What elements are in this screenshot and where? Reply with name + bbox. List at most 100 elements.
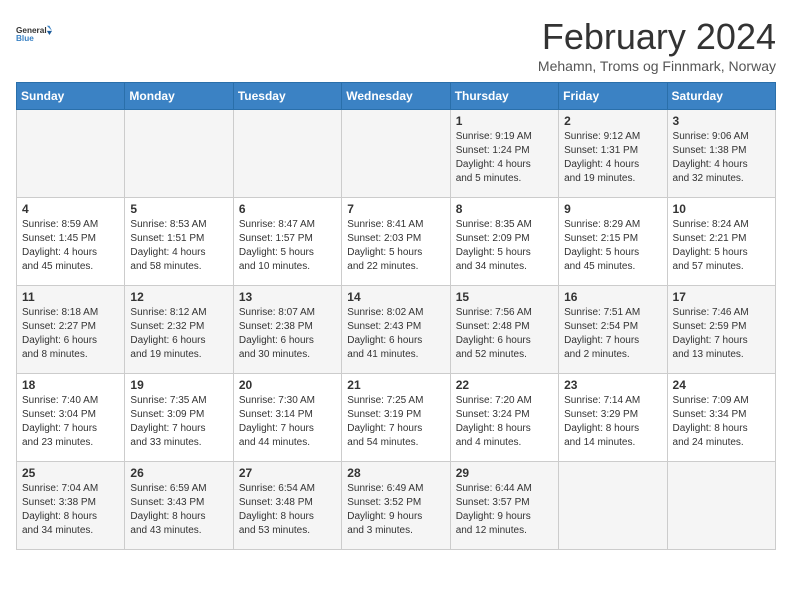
day-number: 28: [347, 466, 444, 480]
calendar-cell: 22 Sunrise: 7:20 AM Sunset: 3:24 PM Dayli…: [450, 374, 558, 462]
day-info: Sunrise: 8:35 AM Sunset: 2:09 PM Dayligh…: [456, 218, 553, 274]
title-area: February 2024 Mehamn, Troms og Finnmark,…: [538, 16, 776, 74]
day-number: 16: [564, 290, 661, 304]
location-subtitle: Mehamn, Troms og Finnmark, Norway: [538, 58, 776, 74]
month-title: February 2024: [538, 16, 776, 58]
day-number: 14: [347, 290, 444, 304]
calendar-cell: 13 Sunrise: 8:07 AM Sunset: 2:38 PM Dayli…: [233, 286, 341, 374]
day-info: Sunrise: 7:09 AM Sunset: 3:34 PM Dayligh…: [673, 394, 770, 450]
calendar-cell: 10Sunrise: 8:24 AM Sunset: 2:21 PM Dayli…: [667, 198, 775, 286]
calendar-cell: 18Sunrise: 7:40 AM Sunset: 3:04 PM Dayli…: [17, 374, 125, 462]
day-number: 25: [22, 466, 119, 480]
calendar-cell: 7 Sunrise: 8:41 AM Sunset: 2:03 PM Daylig…: [342, 198, 450, 286]
day-number: 27: [239, 466, 336, 480]
calendar-cell: 20 Sunrise: 7:30 AM Sunset: 3:14 PM Dayli…: [233, 374, 341, 462]
calendar-cell: 17 Sunrise: 7:46 AM Sunset: 2:59 PM Dayli…: [667, 286, 775, 374]
day-info: Sunrise: 7:46 AM Sunset: 2:59 PM Dayligh…: [673, 306, 770, 362]
day-info: Sunrise: 7:25 AM Sunset: 3:19 PM Dayligh…: [347, 394, 444, 450]
calendar-cell: 14 Sunrise: 8:02 AM Sunset: 2:43 PM Dayli…: [342, 286, 450, 374]
day-number: 8: [456, 202, 553, 216]
day-info: Sunrise: 7:56 AM Sunset: 2:48 PM Dayligh…: [456, 306, 553, 362]
calendar-cell: 8 Sunrise: 8:35 AM Sunset: 2:09 PM Daylig…: [450, 198, 558, 286]
day-info: Sunrise: 6:44 AM Sunset: 3:57 PM Dayligh…: [456, 482, 553, 538]
calendar-cell: 28 Sunrise: 6:49 AM Sunset: 3:52 PM Dayli…: [342, 462, 450, 550]
day-number: 29: [456, 466, 553, 480]
logo-svg: General Blue: [16, 16, 52, 52]
day-info: Sunrise: 8:18 AM Sunset: 2:27 PM Dayligh…: [22, 306, 119, 362]
day-info: Sunrise: 7:30 AM Sunset: 3:14 PM Dayligh…: [239, 394, 336, 450]
calendar-cell: [342, 110, 450, 198]
calendar-cell: 16 Sunrise: 7:51 AM Sunset: 2:54 PM Dayli…: [559, 286, 667, 374]
day-info: Sunrise: 7:20 AM Sunset: 3:24 PM Dayligh…: [456, 394, 553, 450]
day-number: 23: [564, 378, 661, 392]
day-number: 9: [564, 202, 661, 216]
calendar-cell: 26 Sunrise: 6:59 AM Sunset: 3:43 PM Dayli…: [125, 462, 233, 550]
day-info: Sunrise: 8:24 AM Sunset: 2:21 PM Dayligh…: [673, 218, 770, 274]
day-info: Sunrise: 8:53 AM Sunset: 1:51 PM Dayligh…: [130, 218, 227, 274]
col-header-friday: Friday: [559, 83, 667, 110]
day-info: Sunrise: 8:12 AM Sunset: 2:32 PM Dayligh…: [130, 306, 227, 362]
calendar-cell: 23 Sunrise: 7:14 AM Sunset: 3:29 PM Dayli…: [559, 374, 667, 462]
day-info: Sunrise: 8:07 AM Sunset: 2:38 PM Dayligh…: [239, 306, 336, 362]
logo: General Blue: [16, 16, 52, 52]
day-number: 26: [130, 466, 227, 480]
calendar-cell: [559, 462, 667, 550]
calendar-cell: 12 Sunrise: 8:12 AM Sunset: 2:32 PM Dayli…: [125, 286, 233, 374]
day-info: Sunrise: 7:40 AM Sunset: 3:04 PM Dayligh…: [22, 394, 119, 450]
day-number: 5: [130, 202, 227, 216]
day-info: Sunrise: 8:47 AM Sunset: 1:57 PM Dayligh…: [239, 218, 336, 274]
day-number: 22: [456, 378, 553, 392]
day-info: Sunrise: 7:51 AM Sunset: 2:54 PM Dayligh…: [564, 306, 661, 362]
calendar-cell: [125, 110, 233, 198]
calendar-cell: 27 Sunrise: 6:54 AM Sunset: 3:48 PM Dayli…: [233, 462, 341, 550]
day-info: Sunrise: 6:59 AM Sunset: 3:43 PM Dayligh…: [130, 482, 227, 538]
col-header-wednesday: Wednesday: [342, 83, 450, 110]
day-number: 3: [673, 114, 770, 128]
day-info: Sunrise: 6:49 AM Sunset: 3:52 PM Dayligh…: [347, 482, 444, 538]
day-number: 19: [130, 378, 227, 392]
calendar-cell: 9Sunrise: 8:29 AM Sunset: 2:15 PM Daylig…: [559, 198, 667, 286]
calendar-cell: 5 Sunrise: 8:53 AM Sunset: 1:51 PM Daylig…: [125, 198, 233, 286]
calendar-cell: 1 Sunrise: 9:19 AM Sunset: 1:24 PM Daylig…: [450, 110, 558, 198]
day-info: Sunrise: 8:02 AM Sunset: 2:43 PM Dayligh…: [347, 306, 444, 362]
day-number: 13: [239, 290, 336, 304]
day-number: 7: [347, 202, 444, 216]
day-info: Sunrise: 9:12 AM Sunset: 1:31 PM Dayligh…: [564, 130, 661, 186]
calendar-cell: 19 Sunrise: 7:35 AM Sunset: 3:09 PM Dayli…: [125, 374, 233, 462]
day-number: 12: [130, 290, 227, 304]
calendar-cell: 11 Sunrise: 8:18 AM Sunset: 2:27 PM Dayli…: [17, 286, 125, 374]
col-header-tuesday: Tuesday: [233, 83, 341, 110]
day-info: Sunrise: 7:04 AM Sunset: 3:38 PM Dayligh…: [22, 482, 119, 538]
calendar-cell: 25 Sunrise: 7:04 AM Sunset: 3:38 PM Dayli…: [17, 462, 125, 550]
day-info: Sunrise: 6:54 AM Sunset: 3:48 PM Dayligh…: [239, 482, 336, 538]
calendar-table: SundayMondayTuesdayWednesdayThursdayFrid…: [16, 82, 776, 550]
day-info: Sunrise: 8:41 AM Sunset: 2:03 PM Dayligh…: [347, 218, 444, 274]
day-number: 21: [347, 378, 444, 392]
day-number: 17: [673, 290, 770, 304]
col-header-monday: Monday: [125, 83, 233, 110]
calendar-cell: 4Sunrise: 8:59 AM Sunset: 1:45 PM Daylig…: [17, 198, 125, 286]
calendar-cell: 24 Sunrise: 7:09 AM Sunset: 3:34 PM Dayli…: [667, 374, 775, 462]
day-number: 24: [673, 378, 770, 392]
col-header-thursday: Thursday: [450, 83, 558, 110]
calendar-cell: 3Sunrise: 9:06 AM Sunset: 1:38 PM Daylig…: [667, 110, 775, 198]
day-info: Sunrise: 7:14 AM Sunset: 3:29 PM Dayligh…: [564, 394, 661, 450]
calendar-cell: 6 Sunrise: 8:47 AM Sunset: 1:57 PM Daylig…: [233, 198, 341, 286]
calendar-cell: 2Sunrise: 9:12 AM Sunset: 1:31 PM Daylig…: [559, 110, 667, 198]
calendar-cell: 29 Sunrise: 6:44 AM Sunset: 3:57 PM Dayli…: [450, 462, 558, 550]
header: General Blue February 2024 Mehamn, Troms…: [16, 16, 776, 74]
day-number: 4: [22, 202, 119, 216]
calendar-cell: 21 Sunrise: 7:25 AM Sunset: 3:19 PM Dayli…: [342, 374, 450, 462]
calendar-cell: [233, 110, 341, 198]
day-info: Sunrise: 7:35 AM Sunset: 3:09 PM Dayligh…: [130, 394, 227, 450]
day-number: 6: [239, 202, 336, 216]
col-header-sunday: Sunday: [17, 83, 125, 110]
day-number: 20: [239, 378, 336, 392]
calendar-cell: 15Sunrise: 7:56 AM Sunset: 2:48 PM Dayli…: [450, 286, 558, 374]
day-number: 1: [456, 114, 553, 128]
col-header-saturday: Saturday: [667, 83, 775, 110]
day-number: 11: [22, 290, 119, 304]
day-info: Sunrise: 9:19 AM Sunset: 1:24 PM Dayligh…: [456, 130, 553, 186]
svg-text:Blue: Blue: [16, 34, 34, 43]
svg-text:General: General: [16, 26, 47, 35]
